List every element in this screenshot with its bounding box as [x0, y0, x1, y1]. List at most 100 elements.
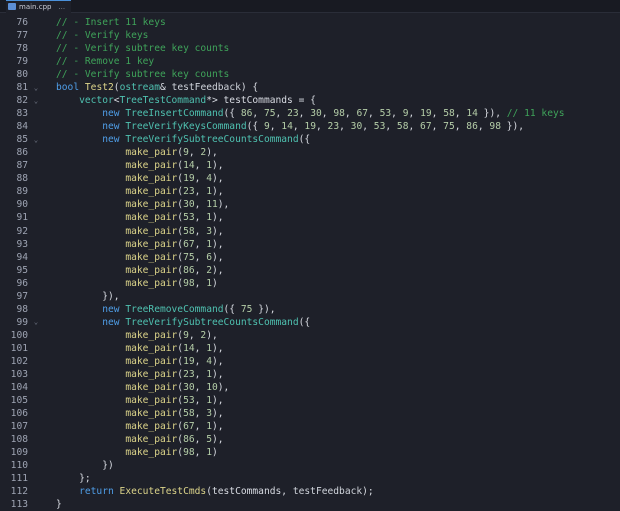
code-line[interactable]: 98 new TreeRemoveCommand({ 75 }), [0, 303, 620, 316]
code-line[interactable]: 79 // - Remove 1 key [0, 55, 620, 68]
code-line[interactable]: 86 make_pair(9, 2), [0, 146, 620, 159]
line-gutter: 85 ⌄ [0, 134, 56, 145]
code-token: new [102, 303, 126, 315]
code-line[interactable]: 89 make_pair(23, 1), [0, 185, 620, 198]
code-token: // - Verify subtree key counts [56, 69, 230, 81]
fold-chevron-icon[interactable]: ⌄ [30, 318, 42, 326]
code-token: testCommands [211, 486, 282, 498]
line-number: 77 [16, 30, 28, 42]
code-line[interactable]: 109 make_pair(98, 1) [0, 446, 620, 459]
line-gutter: 84 [0, 121, 56, 132]
tab-main-cpp[interactable]: main.cpp ... [6, 0, 72, 13]
code-token: // - Verify keys [56, 30, 149, 42]
code-line[interactable]: 90 make_pair(30, 11), [0, 198, 620, 211]
line-gutter: 100 [0, 330, 56, 341]
code-token: , [408, 121, 421, 133]
code-line[interactable]: 76 // - Insert 11 keys [0, 16, 620, 29]
code-token: ({ [298, 316, 311, 328]
code-token: , [269, 121, 282, 133]
code-text: make_pair(86, 5), [56, 434, 223, 445]
tab-label: main.cpp [19, 2, 52, 11]
line-number: 91 [16, 212, 28, 224]
code-line[interactable]: 80 // - Verify subtree key counts [0, 68, 620, 81]
line-gutter: 83 [0, 108, 56, 119]
fold-chevron-icon[interactable]: ⌄ [30, 84, 42, 92]
code-line[interactable]: 81 ⌄ bool Test2(ostream& testFeedback) { [0, 81, 620, 94]
code-line[interactable]: 105 make_pair(53, 1), [0, 394, 620, 407]
code-line[interactable]: 84 new TreeVerifyKeysCommand({ 9, 14, 19… [0, 120, 620, 133]
code-text: new TreeVerifySubtreeCountsCommand({ [56, 317, 310, 328]
code-line[interactable]: 94 make_pair(75, 6), [0, 251, 620, 264]
code-line[interactable]: 96 make_pair(98, 1) [0, 277, 620, 290]
line-number: 101 [10, 342, 28, 354]
code-token: , [292, 121, 305, 133]
code-text: make_pair(30, 11), [56, 199, 229, 210]
code-line[interactable]: 82 ⌄ vector<TreeTestCommand*> testCommand… [0, 94, 620, 107]
code-line[interactable]: 107 make_pair(67, 1), [0, 420, 620, 433]
code-token: ) [211, 447, 218, 459]
code-line[interactable]: 88 make_pair(19, 4), [0, 172, 620, 185]
code-token: make_pair [125, 277, 178, 289]
line-gutter: 107 [0, 421, 56, 432]
code-line[interactable]: 100 make_pair(9, 2), [0, 329, 620, 342]
code-line[interactable]: 97 }), [0, 290, 620, 303]
code-text: } [56, 499, 62, 510]
code-token: TreeTestCommand [119, 95, 207, 107]
code-line[interactable]: 101 make_pair(14, 1), [0, 342, 620, 355]
code-line[interactable]: 106 make_pair(58, 3), [0, 407, 620, 420]
code-line[interactable]: 93 make_pair(67, 1), [0, 238, 620, 251]
code-editor[interactable]: 76// - Insert 11 keys 77// - Verify keys 7… [0, 13, 620, 511]
code-line[interactable]: 102 make_pair(19, 4), [0, 355, 620, 368]
code-token: , [275, 108, 288, 120]
code-line[interactable]: 113} [0, 498, 620, 511]
code-line[interactable]: 99 ⌄ new TreeVerifySubtreeCountsCommand({ [0, 316, 620, 329]
code-line[interactable]: 77 // - Verify keys [0, 29, 620, 42]
code-token: , [194, 277, 207, 289]
code-line[interactable]: 85 ⌄ new TreeVerifySubtreeCountsCommand({ [0, 133, 620, 146]
code-line[interactable]: 111 }; [0, 472, 620, 485]
code-line[interactable]: 87 make_pair(14, 1), [0, 159, 620, 172]
line-number: 92 [16, 225, 28, 237]
code-token: testCommands [223, 95, 293, 107]
code-line[interactable]: 91 make_pair(53, 1), [0, 211, 620, 224]
code-token: make_pair [125, 264, 178, 276]
code-token: ({ [223, 303, 241, 315]
code-token: 86 [183, 264, 195, 276]
code-line[interactable]: 95 make_pair(86, 2), [0, 264, 620, 277]
code-token: new [102, 108, 126, 120]
code-token: 58 [183, 407, 195, 419]
code-text: make_pair(75, 6), [56, 251, 223, 263]
code-token: ), [211, 407, 224, 419]
line-gutter: 111 [0, 473, 56, 484]
line-number: 78 [16, 43, 28, 55]
code-token: ), [211, 238, 224, 250]
code-token: 23 [327, 121, 340, 133]
code-token: 23 [183, 368, 195, 380]
tab-more[interactable]: ... [58, 3, 65, 11]
code-token: *> [206, 95, 224, 107]
fold-chevron-icon[interactable]: ⌄ [30, 136, 42, 144]
line-number: 104 [10, 381, 28, 393]
code-line[interactable]: 103 make_pair(23, 1), [0, 368, 620, 381]
fold-chevron-icon[interactable]: ⌄ [30, 97, 42, 105]
code-line[interactable]: 83 new TreeInsertCommand({ 86, 75, 23, 3… [0, 107, 620, 120]
code-line[interactable]: 104 make_pair(30, 10), [0, 381, 620, 394]
code-text: // - Verify subtree key counts [56, 43, 229, 54]
code-token: make_pair [125, 251, 178, 263]
code-token: Test2 [84, 82, 114, 94]
code-line[interactable]: 108 make_pair(86, 5), [0, 433, 620, 446]
line-gutter: 108 [0, 434, 56, 445]
code-token: 75 [183, 251, 195, 263]
code-line[interactable]: 92 make_pair(58, 3), [0, 225, 620, 238]
code-token: , [194, 238, 207, 250]
code-token: , [194, 199, 207, 211]
code-token: make_pair [125, 394, 178, 406]
code-line[interactable]: 112 return ExecuteTestCmds(testCommands,… [0, 485, 620, 498]
code-line[interactable]: 110 }) [0, 459, 620, 472]
code-token: make_pair [125, 238, 178, 250]
code-token: 11 [206, 199, 218, 211]
code-token: }), [252, 303, 276, 315]
code-line[interactable]: 78 // - Verify subtree key counts [0, 42, 620, 55]
code-text: make_pair(53, 1), [56, 394, 223, 406]
code-text: new TreeInsertCommand({ 86, 75, 23, 30, … [56, 108, 564, 120]
